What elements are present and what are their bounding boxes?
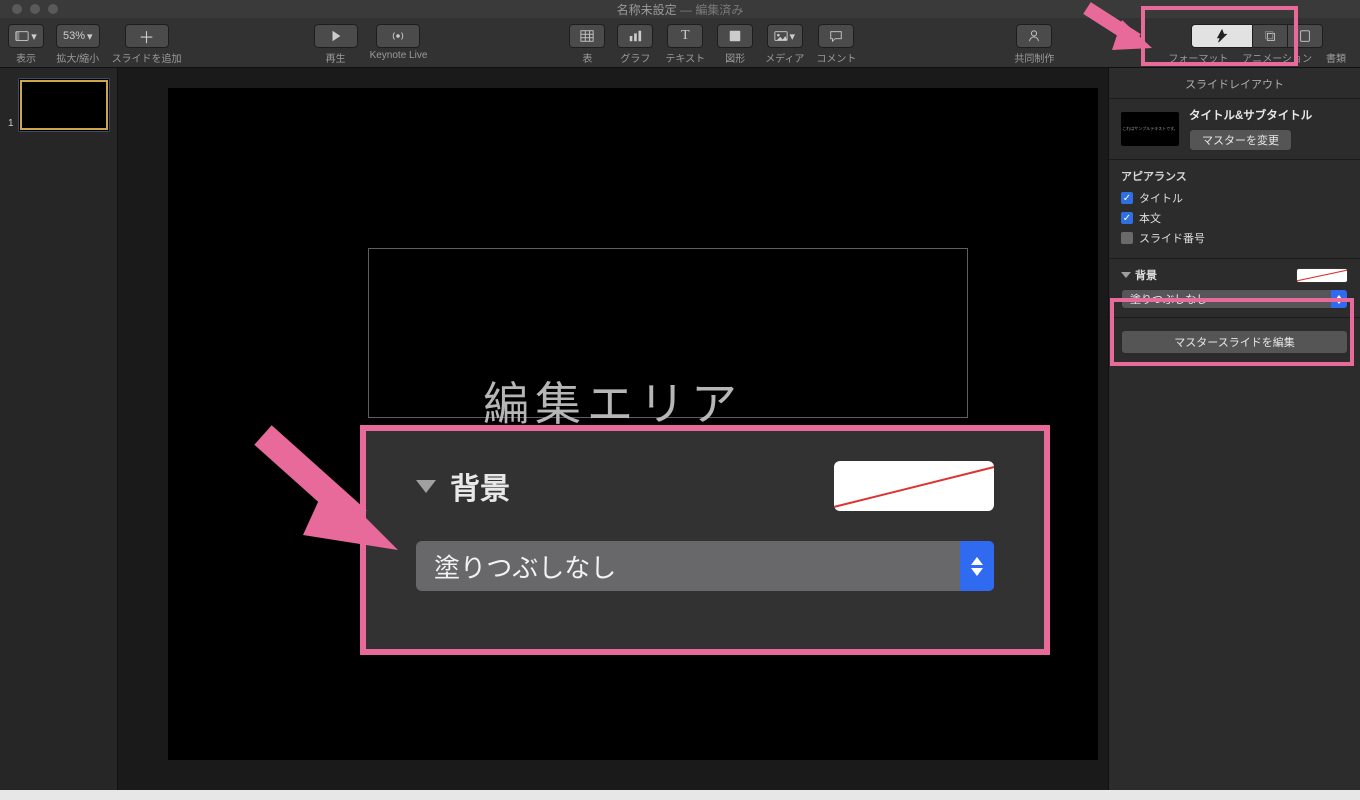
slidenum-checkbox-label: スライド番号 <box>1139 230 1205 246</box>
document-label: 書類 <box>1326 50 1346 65</box>
text-label: テキスト <box>665 50 705 65</box>
collaborate-button[interactable] <box>1016 24 1052 48</box>
background-section: 背景 塗りつぶしなし <box>1109 259 1360 318</box>
view-label: 表示 <box>16 50 36 65</box>
background-fill-value: 塗りつぶしなし <box>1122 291 1331 307</box>
play-button[interactable] <box>314 24 358 48</box>
collaborate-label: 共同制作 <box>1014 50 1054 65</box>
window-titlebar: 名称未設定 — 編集済み <box>0 0 1360 18</box>
shape-button[interactable] <box>717 24 753 48</box>
view-button[interactable]: ▾ <box>8 24 44 48</box>
document-title: 名称未設定 — 編集済み <box>617 1 744 18</box>
minimize-window-icon[interactable] <box>30 4 40 14</box>
table-button[interactable] <box>569 24 605 48</box>
slidenum-checkbox[interactable] <box>1121 232 1133 244</box>
keynote-live-label: Keynote Live <box>370 50 428 61</box>
zoom-window-icon[interactable] <box>48 4 58 14</box>
slide-navigator[interactable]: 1 <box>0 68 118 790</box>
background-label: 背景 <box>1135 267 1157 283</box>
close-window-icon[interactable] <box>12 4 22 14</box>
traffic-lights <box>0 4 58 14</box>
callout-fill-select: 塗りつぶしなし <box>416 541 994 591</box>
document-tab[interactable] <box>1287 24 1323 48</box>
table-label: 表 <box>582 50 592 65</box>
title-checkbox[interactable]: ✓ <box>1121 192 1133 204</box>
background-fill-select[interactable]: 塗りつぶしなし <box>1121 289 1348 309</box>
add-slide-label: スライドを追加 <box>112 50 182 65</box>
format-label: フォーマット <box>1168 50 1228 65</box>
callout-swatch <box>834 461 994 511</box>
change-master-button[interactable]: マスターを変更 <box>1189 129 1292 151</box>
shape-label: 図形 <box>725 50 745 65</box>
title-checkbox-label: タイトル <box>1139 190 1183 206</box>
chart-button[interactable] <box>617 24 653 48</box>
animate-label: アニメーション <box>1242 50 1312 65</box>
zoom-label: 拡大/縮小 <box>56 50 99 65</box>
comment-label: コメント <box>816 50 856 65</box>
background-disclosure-icon[interactable] <box>1121 272 1131 278</box>
body-checkbox[interactable]: ✓ <box>1121 212 1133 224</box>
text-button[interactable]: T <box>667 24 703 48</box>
callout-stepper-arrows-icon <box>960 541 994 591</box>
keynote-live-button[interactable] <box>376 24 420 48</box>
media-button[interactable]: ▾ <box>767 24 803 48</box>
play-label: 再生 <box>326 50 346 65</box>
zoom-select[interactable]: 53%▾ <box>56 24 100 48</box>
annotation-callout: 背景 塗りつぶしなし <box>360 425 1050 655</box>
master-title: タイトル&サブタイトル <box>1189 107 1348 123</box>
edit-master-slide-button[interactable]: マスタースライドを編集 <box>1121 330 1348 354</box>
zoom-value: 53% <box>63 30 85 42</box>
animate-tab[interactable] <box>1252 24 1288 48</box>
chart-label: グラフ <box>620 50 650 65</box>
title-text: 名称未設定 <box>617 3 677 17</box>
stepper-arrows-icon <box>1331 290 1347 308</box>
format-inspector: スライドレイアウト これはサンプルテキストです。 タイトル&サブタイトル マスタ… <box>1108 68 1360 790</box>
callout-background-label: 背景 <box>450 464 510 508</box>
callout-disclosure-icon <box>416 480 436 493</box>
title-subtitle: — 編集済み <box>680 3 743 17</box>
format-tab[interactable] <box>1191 24 1253 48</box>
callout-fill-value: 塗りつぶしなし <box>416 548 960 585</box>
appearance-section-title: アピアランス <box>1121 168 1348 184</box>
comment-button[interactable] <box>818 24 854 48</box>
master-thumbnail: これはサンプルテキストです。 <box>1121 112 1179 146</box>
add-slide-button[interactable]: ＋ <box>125 24 169 48</box>
slide-number: 1 <box>8 78 14 129</box>
body-checkbox-label: 本文 <box>1139 210 1161 226</box>
media-label: メディア <box>765 50 804 65</box>
slide-thumbnail-selected[interactable] <box>18 78 110 132</box>
inspector-header: スライドレイアウト <box>1109 68 1360 99</box>
background-color-swatch[interactable] <box>1296 268 1348 283</box>
toolbar: ▾ 表示 53%▾ 拡大/縮小 ＋ スライドを追加 再生 Keynote Liv… <box>0 18 1360 68</box>
